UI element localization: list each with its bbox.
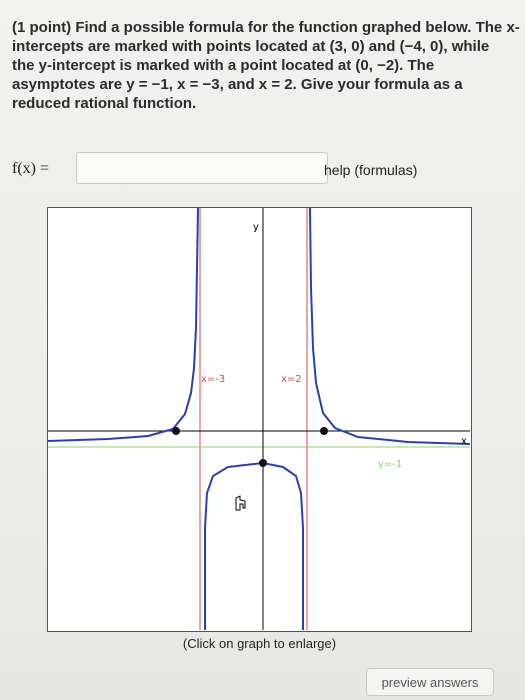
help-formulas-link[interactable]: help (formulas) [324,162,417,178]
x-intercept-point [320,427,328,435]
asymptote-label: x=2 [281,374,302,385]
problem-statement: (1 point) Find a possible formula for th… [12,18,520,113]
left-branch-curve [48,208,199,442]
y-axis-label: y [253,222,259,233]
problem-line: reduced rational function. [12,95,197,112]
function-label: f(x) = [12,160,50,177]
y-intercept-point [259,459,267,467]
right-branch-curve [309,208,470,445]
graph-caption: (Click on graph to enlarge) [182,636,337,651]
function-graph[interactable]: y x x=-3 x=2 y=-1 [47,207,472,632]
x-axis-label: x [461,436,467,447]
problem-panel: (1 point) Find a possible formula for th… [0,0,525,700]
asymptote-label: y=-1 [378,459,402,470]
hand-cursor-icon [235,495,246,511]
middle-branch-curve [204,461,304,630]
answer-row: f(x) = help (formulas) [12,150,512,186]
graph-canvas: y x x=-3 x=2 y=-1 [48,208,470,630]
problem-line: (1 point) Find a possible formula for th… [12,19,520,36]
preview-answers-button[interactable]: preview answers [366,668,494,696]
x-intercept-point [172,427,180,435]
problem-line: asymptotes are y = −1, x = −3, and x = 2… [12,76,463,93]
asymptote-label: x=-3 [201,374,225,385]
answer-input[interactable] [76,152,328,184]
problem-line: intercepts are marked with points locate… [12,38,490,55]
problem-line: the y-intercept is marked with a point l… [12,57,435,74]
